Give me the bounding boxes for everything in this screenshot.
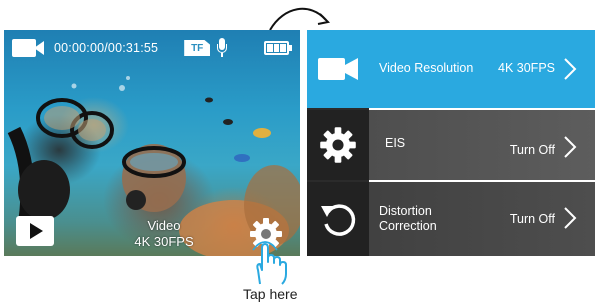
menu-item-label-line2: Correction — [379, 219, 437, 233]
menu-item-label: Distortion Correction — [379, 204, 437, 234]
camera-preview-screen: 00:00:00/00:31:55 TF Video 4K 30FPS — [4, 30, 300, 256]
settings-menu-screen: Video Resolution 4K 30FPS EIS Turn Off D… — [307, 30, 595, 256]
menu-item-value: Turn Off — [509, 212, 555, 226]
microphone-icon — [216, 38, 228, 58]
rotate-icon — [307, 182, 369, 256]
chevron-right-icon — [564, 207, 577, 229]
video-camera-icon — [307, 30, 369, 108]
mode-name: Video — [147, 218, 181, 233]
menu-item-value: 4K 30FPS — [498, 61, 555, 75]
tf-card-icon: TF — [184, 40, 211, 56]
menu-item-label-line1: Distortion — [379, 204, 432, 218]
menu-item-value: Turn Off — [509, 143, 555, 157]
menu-item-label: EIS — [385, 136, 406, 150]
menu-item-distortion-correction[interactable]: Distortion Correction Turn Off — [307, 182, 595, 256]
menu-item-eis[interactable]: EIS Turn Off — [307, 110, 595, 180]
chevron-right-icon — [564, 58, 577, 80]
menu-divider — [369, 108, 595, 110]
playback-button[interactable] — [16, 216, 54, 246]
recording-time: 00:00:00/00:31:55 — [54, 41, 159, 55]
tap-here-label: Tap here — [243, 286, 298, 302]
play-icon — [30, 223, 43, 239]
mode-value: 4K 30FPS — [134, 234, 194, 249]
video-mode-icon — [12, 38, 46, 58]
tap-hand-icon — [252, 241, 287, 285]
current-mode: Video 4K 30FPS — [112, 218, 216, 250]
status-bar: 00:00:00/00:31:55 TF — [4, 30, 300, 66]
menu-item-label: Video Resolution — [379, 61, 474, 75]
gear-icon — [307, 110, 369, 180]
menu-item-video-resolution[interactable]: Video Resolution 4K 30FPS — [307, 30, 595, 108]
chevron-right-icon — [564, 136, 577, 158]
battery-icon — [264, 41, 292, 55]
